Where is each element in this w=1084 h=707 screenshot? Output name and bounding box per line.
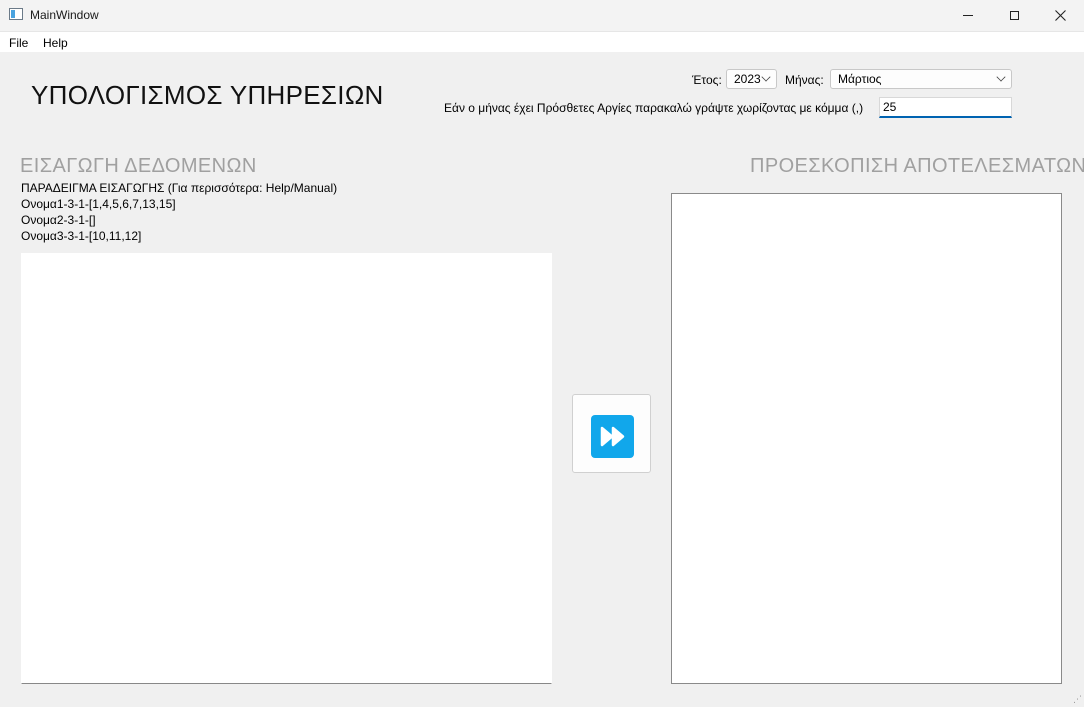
month-select[interactable]: Μάρτιος	[830, 69, 1012, 89]
run-button[interactable]	[572, 394, 651, 473]
window-app-icon	[9, 8, 23, 20]
chevron-down-icon	[761, 72, 771, 82]
fast-forward-icon	[591, 415, 634, 458]
minimize-button[interactable]	[945, 0, 991, 31]
results-preview[interactable]	[671, 193, 1062, 684]
example-line: Ονομα1-3-1-[1,4,5,6,7,13,15]	[21, 197, 176, 211]
month-label: Μήνας:	[785, 73, 824, 87]
maximize-icon	[1009, 11, 1019, 20]
holidays-label: Εάν ο μήνας έχει Πρόσθετες Αργίες παρακα…	[444, 101, 864, 115]
year-select-value: 2023	[734, 72, 761, 86]
close-icon	[1054, 10, 1066, 21]
input-textarea[interactable]	[21, 253, 552, 684]
example-line: ΠΑΡΑΔΕΙΓΜΑ ΕΙΣΑΓΩΓΗΣ (Για περισσότερα: H…	[21, 181, 338, 195]
output-section-title: ΠΡΟΕΣΚΟΠΙΣΗ ΑΠΟΤΕΛΕΣΜΑΤΩΝ	[750, 155, 1084, 177]
close-button[interactable]	[1037, 0, 1083, 31]
window-title: MainWindow	[30, 8, 99, 22]
title-bar: MainWindow	[0, 0, 1084, 32]
resize-grip-icon[interactable]: ⋰	[1073, 694, 1082, 705]
input-section-title: ΕΙΣΑΓΩΓΗ ΔΕΔΟΜΕΝΩΝ	[20, 155, 257, 177]
year-label: Έτος:	[692, 73, 722, 87]
month-select-value: Μάρτιος	[838, 72, 882, 86]
menu-bar: File Help	[0, 32, 1084, 52]
example-line: Ονομα2-3-1-[]	[21, 213, 96, 227]
maximize-button[interactable]	[991, 0, 1037, 31]
holidays-input[interactable]: 25	[879, 97, 1012, 118]
minimize-icon	[963, 15, 973, 16]
year-select[interactable]: 2023	[726, 69, 777, 89]
chevron-down-icon	[996, 72, 1006, 82]
menu-help[interactable]: Help	[43, 36, 68, 50]
page-title: ΥΠΟΛΟΓΙΣΜΟΣ ΥΠΗΡΕΣΙΩΝ	[31, 80, 384, 110]
example-line: Ονομα3-3-1-[10,11,12]	[21, 229, 142, 243]
menu-file[interactable]: File	[9, 36, 28, 50]
